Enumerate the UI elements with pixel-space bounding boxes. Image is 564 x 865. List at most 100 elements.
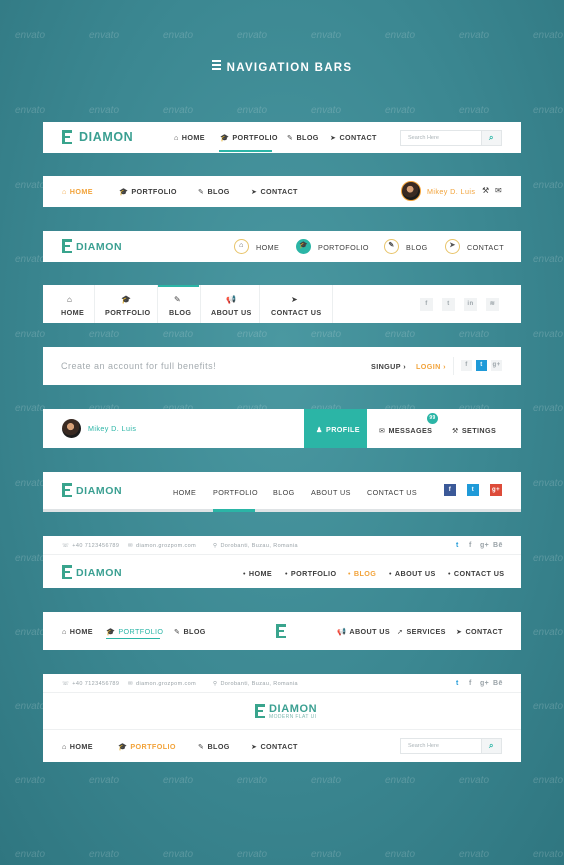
nav-item-portfolio[interactable]: 🎓 PORTFOLIO (119, 187, 177, 196)
nav-item-portfolio[interactable]: 🎓 PORTFOLIO (220, 133, 278, 142)
nav-item-label: BLOG (296, 133, 319, 142)
nav-item-blog[interactable]: BLOG (406, 243, 428, 252)
page-title-text: NAVIGATION BARS (226, 62, 353, 74)
nav-item-contact[interactable]: ➤ CONTACT (456, 627, 503, 636)
nav-item-blog[interactable]: • BLOG (348, 569, 376, 578)
nav-item-about-us[interactable]: 📢 ABOUT US (337, 627, 390, 636)
nav-item-home[interactable]: ⌂ HOME (62, 627, 93, 636)
search-box[interactable]: Search Here ⌕ (400, 130, 502, 146)
send-icon: ➤ (291, 295, 299, 304)
pencil-icon: ✎ (384, 239, 399, 254)
signup-link[interactable]: SINGUP › (371, 362, 406, 371)
nav-item-portfolio[interactable]: PORTFOLIO (105, 308, 151, 317)
watermark-text: envato (311, 105, 342, 116)
nav-bar-6: Mikey D. Luis ♟ PROFILE ✉ MESSAGES 99 ⚒ SE… (43, 409, 521, 448)
facebook-icon[interactable]: f (469, 680, 472, 687)
nav-item-contact[interactable]: ➤ CONTACT (251, 187, 298, 196)
nav-bar-10: ☏ +40 7123456789 ✉ diamon.grozpom.com ⚲ Dor… (43, 674, 521, 762)
wrench-icon[interactable]: ⚒ (482, 186, 490, 195)
chevron-right-icon: › (443, 362, 446, 371)
address-text: Dorobanti, Buzau, Romania (220, 681, 299, 687)
nav-item-portfolio[interactable]: 🎓 PORTFOLIO (106, 627, 163, 636)
google-plus-icon[interactable]: g+ (480, 542, 489, 549)
send-icon: ➤ (445, 239, 460, 254)
watermark-text: envato (311, 849, 342, 860)
login-link[interactable]: LOGIN › (416, 362, 446, 371)
nav-item-contact[interactable]: ➤ CONTACT (251, 742, 298, 751)
nav-item-portfolio[interactable]: 🎓 PORTFOLIO (118, 742, 176, 751)
nav-item-blog[interactable]: BLOG (169, 308, 191, 317)
twitter-icon[interactable]: t (467, 484, 479, 496)
google-plus-icon[interactable]: g+ (490, 484, 502, 496)
nav-item-services[interactable]: ➚ SERVICES (397, 627, 446, 636)
envelope-icon[interactable]: ✉ (495, 186, 502, 195)
nav-item-about-us[interactable]: ABOUT US (211, 308, 252, 317)
watermark-text: envato (459, 775, 490, 786)
search-icon[interactable]: ⌕ (481, 131, 501, 145)
nav-item-home[interactable]: HOME (173, 488, 196, 497)
menu-icon (211, 58, 221, 72)
nav-item-contact-us[interactable]: CONTACT US (367, 488, 417, 497)
search-box[interactable]: Search Here ⌕ (400, 738, 502, 754)
nav-item-label: ABOUT US (349, 627, 391, 636)
nav-item-about-us[interactable]: • ABOUT US (389, 569, 436, 578)
nav-item-home[interactable]: ⌂ HOME (62, 742, 93, 751)
nav-item-home[interactable]: HOME (256, 243, 279, 252)
send-icon: ➤ (251, 187, 258, 196)
logo-icon (276, 624, 288, 638)
tab-profile[interactable]: ♟ PROFILE (304, 409, 367, 448)
tab-messages[interactable]: ✉ MESSAGES (379, 426, 432, 435)
rss-icon[interactable]: ≋ (486, 298, 499, 311)
nav-item-portfolio[interactable]: • PORTFOLIO (285, 569, 336, 578)
nav-item-about-us[interactable]: ABOUT US (311, 488, 351, 497)
nav-item-home[interactable]: ⌂ HOME (174, 133, 205, 142)
user-name[interactable]: Mikey D. Luis (427, 187, 475, 196)
nav-bar-4: ⌂ HOME 🎓 PORTFOLIO ✎ BLOG 📢 ABOUT US ➤ C… (43, 285, 521, 323)
facebook-icon[interactable]: f (469, 542, 472, 549)
nav-item-blog[interactable]: ✎ BLOG (198, 742, 230, 751)
active-indicator (158, 285, 199, 287)
nav-item-portfolio[interactable]: PORTOFOLIO (318, 243, 369, 252)
home-icon: ⌂ (174, 133, 179, 142)
avatar[interactable] (401, 181, 421, 201)
envelope-icon: ✉ (128, 681, 134, 687)
google-plus-icon[interactable]: g+ (480, 680, 489, 687)
nav-bar-5: Create an account for full benefits! SIN… (43, 347, 521, 385)
twitter-icon[interactable]: t (456, 542, 459, 549)
watermark-text: envato (311, 329, 342, 340)
nav-item-home[interactable]: HOME (61, 308, 84, 317)
nav-item-home[interactable]: • HOME (243, 569, 272, 578)
behance-icon[interactable]: Bē (493, 542, 503, 549)
tab-settings[interactable]: ⚒ SETINGS (452, 426, 496, 435)
nav-item-blog[interactable]: ✎ BLOG (287, 133, 319, 142)
email-text: diamon.grozpom.com (136, 681, 197, 687)
behance-icon[interactable]: Bē (493, 680, 503, 687)
pencil-icon: ✎ (174, 295, 182, 304)
twitter-icon[interactable]: t (442, 298, 455, 311)
facebook-icon[interactable]: f (420, 298, 433, 311)
nav-item-blog[interactable]: ✎ BLOG (198, 187, 230, 196)
nav-item-home[interactable]: ⌂ HOME (62, 187, 93, 196)
nav-item-portfolio[interactable]: PORTFOLIO (213, 488, 258, 497)
user-name[interactable]: Mikey D. Luis (88, 424, 136, 433)
twitter-icon[interactable]: t (456, 680, 459, 687)
signup-label: SINGUP (371, 362, 401, 371)
phone-info: ☏ +40 7123456789 (62, 681, 119, 687)
facebook-icon[interactable]: f (461, 360, 472, 371)
nav-item-contact[interactable]: CONTACT (467, 243, 504, 252)
nav-item-contact-us[interactable]: • CONTACT US (448, 569, 505, 578)
nav-item-label: SERVICES (406, 627, 446, 636)
nav-item-contact-us[interactable]: CONTACT US (271, 308, 322, 317)
watermark-text: envato (459, 849, 490, 860)
watermark-text: envato (89, 329, 120, 340)
linkedin-icon[interactable]: in (464, 298, 477, 311)
google-plus-icon[interactable]: g+ (491, 360, 502, 371)
nav-item-contact[interactable]: ➤ CONTACT (330, 133, 377, 142)
facebook-icon[interactable]: f (444, 484, 456, 496)
avatar[interactable] (62, 419, 81, 438)
nav-item-blog[interactable]: ✎ BLOG (174, 627, 206, 636)
watermark-text: envato (385, 849, 416, 860)
twitter-icon[interactable]: t (476, 360, 487, 371)
search-icon[interactable]: ⌕ (481, 739, 501, 753)
nav-item-blog[interactable]: BLOG (273, 488, 295, 497)
